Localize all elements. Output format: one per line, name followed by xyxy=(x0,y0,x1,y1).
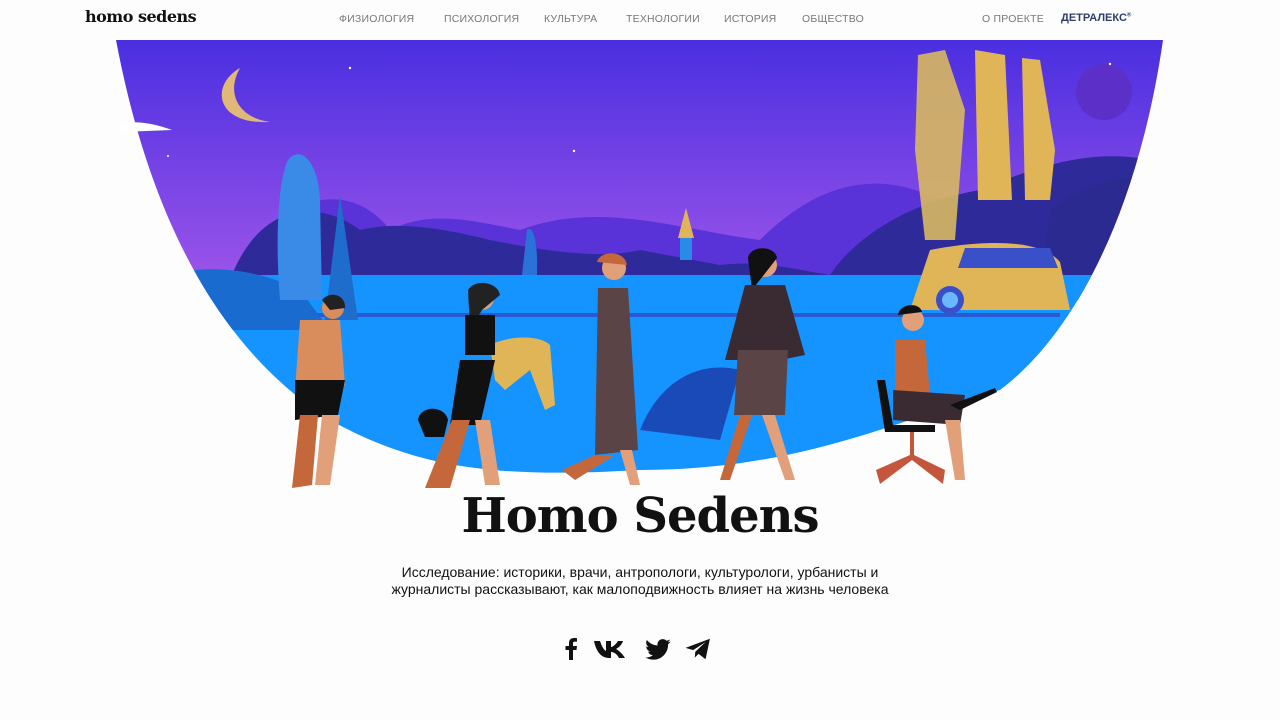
share-facebook-button[interactable] xyxy=(556,635,586,663)
twitter-icon xyxy=(645,638,671,660)
hero-illustration xyxy=(116,40,1163,488)
figure-caveman xyxy=(292,294,346,488)
page-title: Homo Sedens xyxy=(461,488,819,544)
planet xyxy=(1076,64,1132,120)
telegram-icon xyxy=(685,638,710,660)
page-description: Исследование: историки, врачи, антрополо… xyxy=(391,564,889,597)
vk-icon xyxy=(594,641,625,658)
facebook-icon xyxy=(565,638,577,660)
share-twitter-button[interactable] xyxy=(643,635,673,663)
share-telegram-button[interactable] xyxy=(683,635,713,663)
tree xyxy=(277,154,322,300)
share-vk-button[interactable] xyxy=(593,635,627,663)
